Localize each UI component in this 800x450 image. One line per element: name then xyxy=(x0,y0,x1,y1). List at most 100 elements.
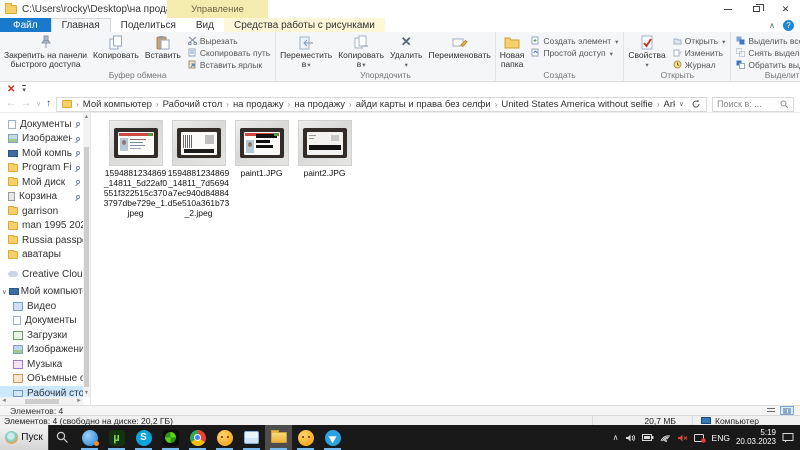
copy-path-button[interactable]: Скопировать путь xyxy=(188,47,270,58)
scroll-down-icon[interactable]: ▼ xyxy=(83,389,90,397)
properties-button[interactable]: Свойства xyxy=(625,33,668,70)
tray-chevron-icon[interactable]: ∧ xyxy=(613,433,619,442)
tab-view[interactable]: Вид xyxy=(186,18,224,32)
file-item[interactable]: paint1.JPG xyxy=(230,120,293,178)
sidebar-item-music[interactable]: Музыка xyxy=(0,357,83,372)
sidebar-item-doc[interactable]: Документы xyxy=(0,314,83,329)
volume-icon[interactable] xyxy=(625,433,636,443)
sidebar-horizontal-scrollbar[interactable]: ◄ ► xyxy=(0,397,83,405)
scroll-up-icon[interactable]: ▲ xyxy=(83,113,90,121)
sidebar-section-computer[interactable]: ∨ Мой компьютер xyxy=(0,285,83,300)
move-to-button[interactable]: Переместить в xyxy=(277,33,335,70)
battery-icon[interactable] xyxy=(641,433,654,442)
sidebar-item-pc[interactable]: Мой компьютер xyxy=(0,146,83,161)
details-view-button[interactable] xyxy=(764,406,778,415)
help-icon[interactable]: ? xyxy=(783,19,794,31)
select-all-button[interactable]: Выделить все xyxy=(736,35,800,46)
address-bar[interactable]: › Мой компьютер › Рабочий стол › на продажу ›… xyxy=(56,96,707,112)
taskbar-app-browser[interactable] xyxy=(76,425,103,450)
file-item[interactable]: 1594881234869_14811_5d22af0551f322515c37… xyxy=(104,120,167,218)
scrollbar-thumb[interactable] xyxy=(84,147,89,387)
network-icon[interactable] xyxy=(660,433,671,442)
select-none-button[interactable]: Снять выделение xyxy=(736,47,800,58)
tab-home[interactable]: Главная xyxy=(50,18,111,32)
sidebar-item-folder[interactable]: garrison xyxy=(0,204,83,219)
paste-button[interactable]: Вставить xyxy=(142,33,184,70)
taskbar-app-icq-2[interactable] xyxy=(292,425,319,450)
cut-button[interactable]: Вырезать xyxy=(187,35,270,46)
taskbar-app-chrome[interactable] xyxy=(184,425,211,450)
sidebar-item-folder[interactable]: man 1995 2024 xyxy=(0,219,83,234)
thumbnails-view-button[interactable] xyxy=(780,406,794,415)
breadcrumb-item[interactable]: United States America without selfie xyxy=(498,99,656,110)
edit-button[interactable]: Изменить xyxy=(673,47,726,58)
delete-button[interactable]: ✕ Удалить xyxy=(387,33,425,70)
forward-button[interactable]: → xyxy=(21,99,31,109)
copy-button[interactable]: Копировать xyxy=(90,33,142,70)
tab-picture-tools[interactable]: Средства работы с рисунками xyxy=(223,18,385,32)
sidebar-item-folder[interactable]: Program Files xyxy=(0,161,83,176)
sidebar-item-pic[interactable]: Изображения xyxy=(0,343,83,358)
action-center-icon[interactable] xyxy=(782,432,795,443)
collapse-ribbon-icon[interactable]: ∧ xyxy=(769,21,775,30)
qat-delete-icon[interactable]: ✕ xyxy=(7,84,15,95)
scroll-right-icon[interactable]: ► xyxy=(76,398,82,404)
taskbar-app-sticky-notes[interactable] xyxy=(238,425,265,450)
sidebar-item-doc[interactable]: Документы xyxy=(0,117,83,132)
language-indicator[interactable]: ENG xyxy=(712,433,730,443)
sidebar-item-folder[interactable]: аватары xyxy=(0,248,83,263)
close-button[interactable]: ✕ xyxy=(771,0,800,18)
taskbar-search-button[interactable] xyxy=(49,425,76,450)
breadcrumb-item[interactable]: айди карты и права без селфи xyxy=(353,99,494,110)
sidebar-vertical-scrollbar[interactable]: ▲ ▼ xyxy=(83,113,90,397)
sidebar-item-down[interactable]: Загрузки xyxy=(0,328,83,343)
sidebar-item-cloud[interactable]: Creative Cloud Files xyxy=(0,267,83,282)
taskbar-app-skype[interactable]: S xyxy=(130,425,157,450)
search-input[interactable]: Поиск в: ... xyxy=(712,96,794,112)
sidebar-item-bin[interactable]: Корзина xyxy=(0,190,83,205)
sidebar-item-video[interactable]: Видео xyxy=(0,299,83,314)
taskbar-app-telegram[interactable] xyxy=(319,425,346,450)
copy-to-button[interactable]: Копировать в xyxy=(335,33,387,70)
recent-locations-icon[interactable]: ∨ xyxy=(36,101,41,108)
breadcrumb-item[interactable]: на продажу xyxy=(230,99,287,110)
scrollbar-thumb[interactable] xyxy=(24,398,59,404)
sidebar-item-cube[interactable]: Объемные объекты xyxy=(0,372,83,387)
scroll-left-icon[interactable]: ◄ xyxy=(1,398,7,404)
open-button[interactable]: Открыть xyxy=(673,35,726,46)
tab-share[interactable]: Поделиться xyxy=(111,18,186,32)
refresh-button[interactable] xyxy=(688,99,704,109)
paste-shortcut-button[interactable]: Вставить ярлык xyxy=(188,59,270,70)
file-item[interactable]: 1594881234869_14811_7d5694a7ec940d84884d… xyxy=(167,120,230,218)
sidebar-item-folder[interactable]: Мой диск xyxy=(0,175,83,190)
new-folder-button[interactable]: Новая папка xyxy=(497,33,528,70)
notification-badge-icon[interactable] xyxy=(693,433,706,443)
taskbar-app-utorrent[interactable]: µ xyxy=(103,425,130,450)
qat-customize-icon[interactable]: ▾ xyxy=(22,84,26,94)
tab-file[interactable]: Файл xyxy=(0,18,51,32)
history-button[interactable]: Журнал xyxy=(673,59,726,70)
taskbar-app-icq[interactable] xyxy=(211,425,238,450)
back-button[interactable]: ← xyxy=(6,99,16,109)
breadcrumb-item[interactable]: Arkansas xyxy=(661,99,675,110)
invert-selection-button[interactable]: Обратить выделение xyxy=(736,59,800,70)
easy-access-button[interactable]: Простой доступ xyxy=(531,47,618,58)
restore-button[interactable] xyxy=(742,0,771,18)
file-item[interactable]: paint2.JPG xyxy=(293,120,356,178)
up-button[interactable]: ↑ xyxy=(46,99,51,109)
address-dropdown-icon[interactable]: ∨ xyxy=(675,100,688,108)
sidebar-item-pic[interactable]: Изображения xyxy=(0,132,83,147)
muted-volume-icon[interactable] xyxy=(677,433,688,443)
breadcrumb-item[interactable]: на продажу xyxy=(291,99,348,110)
new-item-button[interactable]: Создать элемент xyxy=(531,35,618,46)
pin-to-quick-access-button[interactable]: Закрепить на панели быстрого доступа xyxy=(1,33,90,70)
taskbar-app-green-messenger[interactable] xyxy=(157,425,184,450)
sidebar-item-folder[interactable]: Russia passport+selfie xyxy=(0,233,83,248)
breadcrumb-item[interactable]: Рабочий стол xyxy=(160,99,226,110)
start-button[interactable]: Пуск xyxy=(0,425,49,450)
minimize-button[interactable] xyxy=(713,0,742,18)
taskbar-app-explorer[interactable] xyxy=(265,425,292,450)
rename-button[interactable]: Переименовать xyxy=(425,33,493,70)
clock[interactable]: 5:19 20.03.2023 xyxy=(736,428,776,447)
breadcrumb-item[interactable]: Мой компьютер xyxy=(80,99,155,110)
